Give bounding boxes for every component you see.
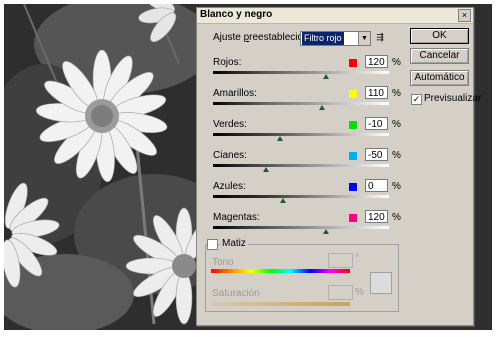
preset-value: Filtro rojo: [302, 32, 344, 45]
preset-options-menu-icon[interactable]: ⇶: [374, 31, 386, 43]
close-icon: ×: [461, 10, 468, 20]
slider-thumb[interactable]: [280, 198, 287, 203]
value-input[interactable]: -10: [365, 117, 388, 130]
preset-dropdown[interactable]: Filtro rojo ▼: [300, 31, 371, 46]
slider-label: Amarillos:: [213, 88, 257, 99]
saturation-percent-sign: %: [355, 287, 364, 298]
dialog-title: Blanco y negro: [200, 9, 273, 20]
slider-label: Cianes:: [213, 150, 247, 161]
slider-thumb[interactable]: [319, 105, 326, 110]
color-swatch: [349, 214, 357, 222]
percent-sign: %: [392, 119, 401, 130]
hue-slider-track[interactable]: [211, 269, 350, 273]
slider-label: Rojos:: [213, 57, 242, 68]
slider-thumb[interactable]: [322, 74, 329, 79]
tone-label: Tono: [212, 257, 234, 268]
auto-button[interactable]: Automático: [410, 70, 469, 86]
dialog-titlebar[interactable]: Blanco y negro ×: [197, 8, 473, 24]
ok-button[interactable]: OK: [410, 28, 469, 44]
preview-label: Previsualizar: [424, 93, 482, 104]
preview-checkbox[interactable]: ✓: [411, 94, 422, 105]
close-button[interactable]: ×: [458, 9, 471, 22]
slider-label: Magentas:: [213, 212, 260, 223]
percent-sign: %: [392, 150, 401, 161]
screenshot: Blanco y negro × Ajuste preestablecido: …: [0, 0, 500, 337]
value-input[interactable]: 0: [365, 179, 388, 192]
color-swatch: [349, 59, 357, 67]
value-input[interactable]: 120: [365, 210, 388, 223]
slider-track[interactable]: [213, 195, 389, 198]
percent-sign: %: [392, 88, 401, 99]
slider-track[interactable]: [213, 71, 389, 74]
chevron-down-icon[interactable]: ▼: [358, 32, 370, 45]
percent-sign: %: [392, 57, 401, 68]
tint-color-preview: [370, 272, 392, 294]
color-swatch: [349, 121, 357, 129]
saturation-slider-track[interactable]: [211, 302, 350, 306]
color-swatch: [349, 152, 357, 160]
cancel-button[interactable]: Cancelar: [410, 48, 469, 64]
value-input[interactable]: 120: [365, 55, 388, 68]
tint-label: Matiz: [220, 238, 248, 249]
black-white-dialog: Blanco y negro × Ajuste preestablecido: …: [196, 7, 481, 326]
slider-label: Azules:: [213, 181, 246, 192]
slider-label: Verdes:: [213, 119, 247, 130]
tint-checkbox[interactable]: [207, 239, 218, 250]
slider-thumb[interactable]: [276, 136, 283, 141]
percent-sign: %: [392, 212, 401, 223]
checkmark-icon: ✓: [412, 94, 421, 104]
slider-thumb[interactable]: [262, 167, 269, 172]
color-swatch: [349, 183, 357, 191]
saturation-input[interactable]: [328, 285, 353, 300]
slider-track[interactable]: [213, 133, 389, 136]
slider-thumb[interactable]: [322, 229, 329, 234]
tone-input[interactable]: [328, 253, 353, 268]
degree-sign: °: [355, 253, 359, 264]
percent-sign: %: [392, 181, 401, 192]
slider-track[interactable]: [213, 164, 389, 167]
preset-label: Ajuste preestablecido:: [213, 32, 312, 43]
value-input[interactable]: -50: [365, 148, 388, 161]
saturation-label: Saturación: [212, 288, 260, 299]
color-swatch: [349, 90, 357, 98]
slider-track[interactable]: [213, 102, 389, 105]
slider-track[interactable]: [213, 226, 389, 229]
value-input[interactable]: 110: [365, 86, 388, 99]
